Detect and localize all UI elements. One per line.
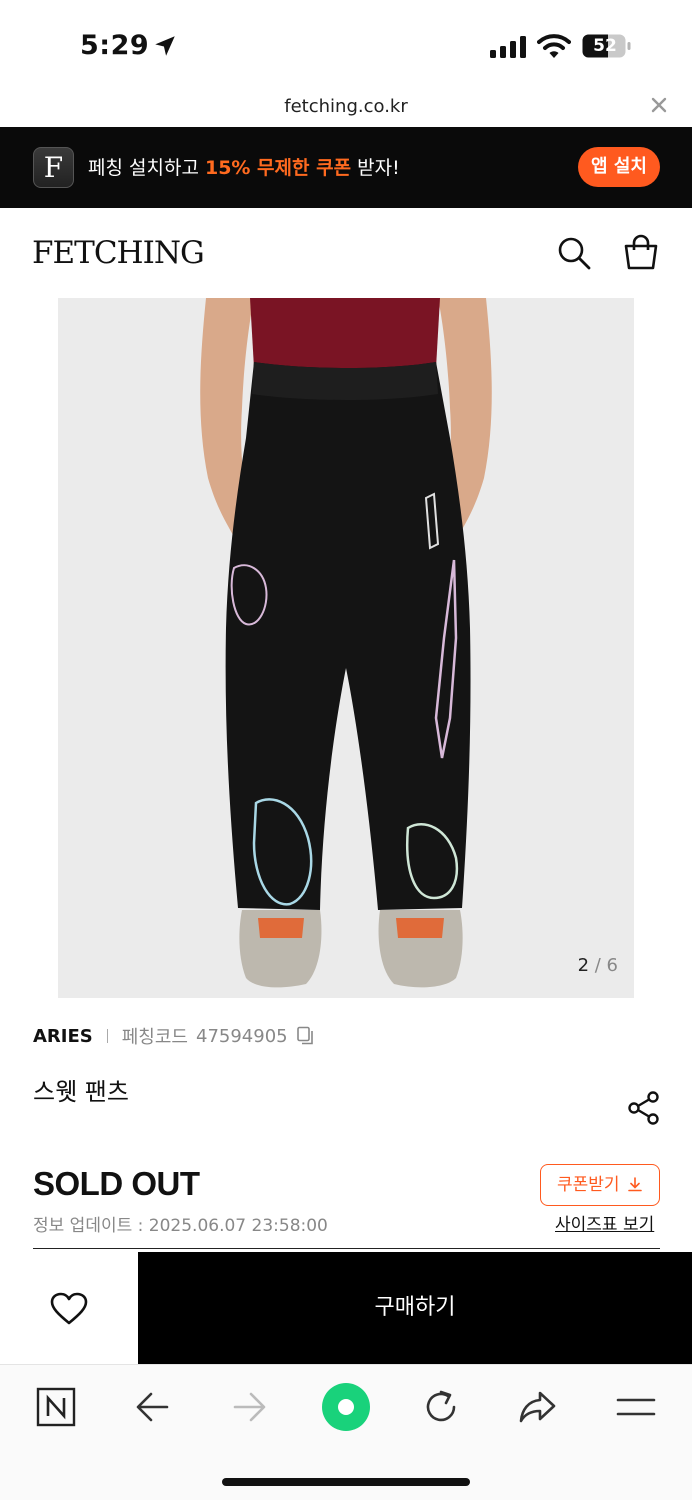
close-icon[interactable]	[648, 94, 670, 116]
url-bar[interactable]: fetching.co.kr	[0, 90, 692, 127]
divider	[106, 1029, 108, 1043]
install-app-button[interactable]: 앱 설치	[578, 147, 660, 187]
update-info: 정보 업데이트 : 2025.06.07 23:58:00	[33, 1216, 328, 1236]
wishlist-button[interactable]	[0, 1252, 138, 1364]
coupon-label: 쿠폰받기	[557, 1175, 620, 1195]
cell-signal-icon	[490, 36, 526, 58]
forward-arrow-icon[interactable]	[227, 1385, 271, 1429]
image-counter-current: 2	[577, 955, 590, 976]
back-arrow-icon[interactable]	[131, 1385, 175, 1429]
sold-out-status: SOLD OUT	[33, 1165, 200, 1202]
code-label: 페칭코드	[121, 1027, 188, 1048]
brand-row: ARIES 페칭코드 47594905	[33, 1024, 316, 1048]
battery-level: 52	[593, 36, 617, 56]
buy-button[interactable]: 구매하기	[138, 1252, 692, 1364]
purchase-action-bar: 구매하기	[0, 1252, 692, 1364]
banner-highlight: 15% 무제한 쿠폰	[204, 157, 352, 179]
app-icon: F	[33, 147, 74, 188]
status-bar: 5:29 52	[0, 0, 692, 90]
product-photo	[200, 298, 492, 988]
search-icon[interactable]	[556, 235, 592, 271]
product-image[interactable]: 2 / 6	[58, 298, 634, 998]
green-dot-icon[interactable]	[320, 1381, 372, 1433]
location-arrow-icon	[155, 36, 175, 56]
app-install-banner[interactable]: F 페칭 설치하고 15% 무제한 쿠폰 받자! 앱 설치	[0, 127, 692, 208]
banner-text: 페칭 설치하고 15% 무제한 쿠폰 받자!	[88, 153, 400, 180]
brand-name[interactable]: ARIES	[33, 1026, 93, 1047]
site-header: FETCHING	[0, 208, 692, 298]
shopping-bag-icon[interactable]	[622, 234, 660, 272]
share-arrow-icon[interactable]	[516, 1385, 560, 1429]
status-time: 5:29	[80, 30, 150, 61]
wifi-icon	[537, 34, 571, 58]
image-counter-separator: /	[589, 955, 607, 976]
banner-text-after: 받자!	[351, 157, 400, 179]
reload-icon[interactable]	[419, 1385, 463, 1429]
home-indicator[interactable]	[222, 1478, 470, 1486]
heart-icon	[50, 1292, 88, 1325]
get-coupon-button[interactable]: 쿠폰받기	[540, 1164, 660, 1206]
banner-text-before: 페칭 설치하고	[88, 157, 205, 179]
copy-icon[interactable]	[296, 1026, 316, 1046]
code-value: 47594905	[196, 1025, 288, 1047]
url-text[interactable]: fetching.co.kr	[0, 96, 692, 117]
share-icon[interactable]	[626, 1090, 662, 1126]
image-counter-total: 6	[606, 955, 618, 976]
naver-home-icon[interactable]	[34, 1385, 78, 1429]
download-icon	[628, 1177, 642, 1192]
product-name: 스웻 팬츠	[33, 1078, 129, 1106]
menu-icon[interactable]	[614, 1385, 658, 1429]
site-logo[interactable]: FETCHING	[32, 235, 205, 271]
section-divider	[33, 1248, 660, 1249]
image-counter: 2 / 6	[578, 955, 618, 976]
size-chart-link[interactable]: 사이즈표 보기	[555, 1210, 654, 1235]
